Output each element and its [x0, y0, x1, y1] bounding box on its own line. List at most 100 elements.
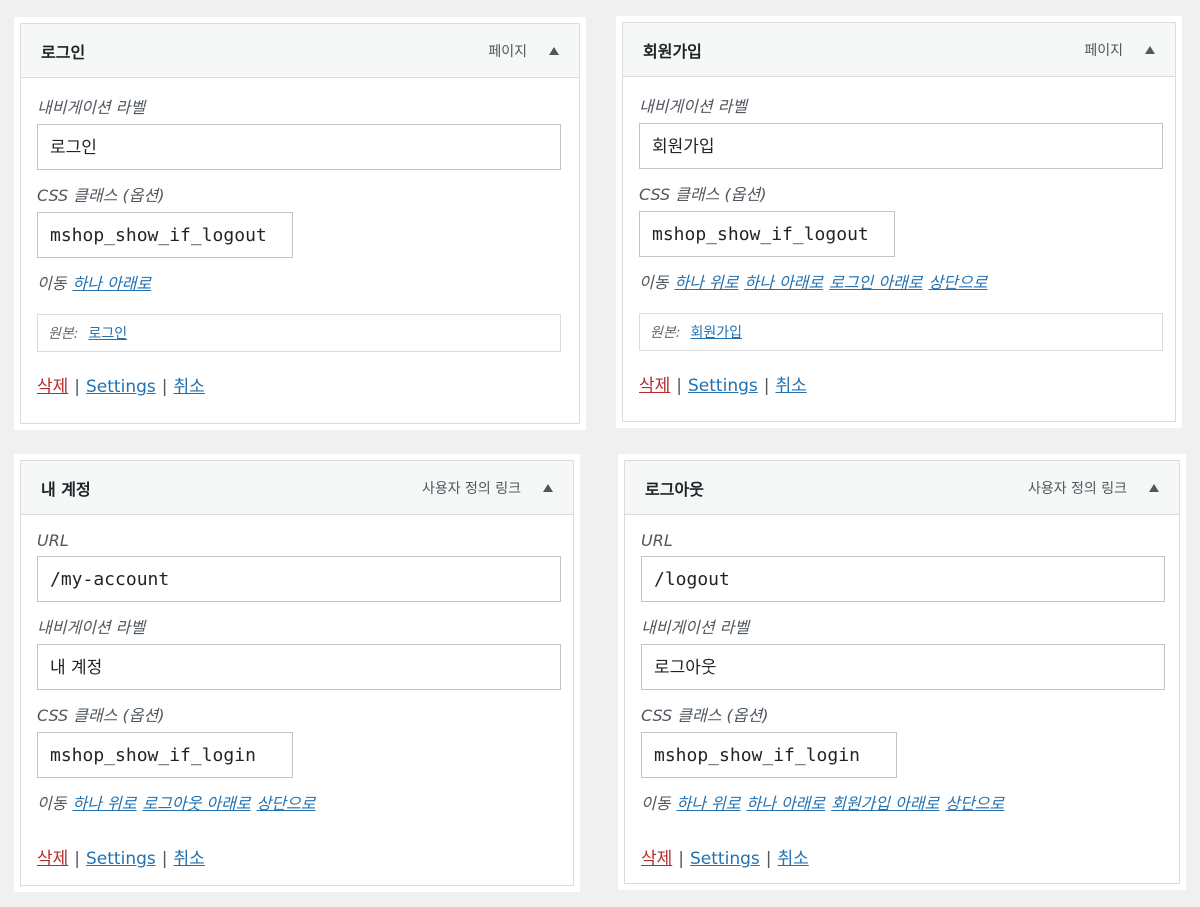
css-classes-value: mshop_show_if_logout — [50, 225, 267, 246]
move-up-link[interactable]: 하나 위로 — [72, 794, 136, 813]
menu-item-panel-signup: 회원가입 페이지 내비게이션 라벨 회원가입 CSS 클래스 (옵션) msho… — [616, 16, 1182, 428]
collapse-arrow-icon[interactable] — [1149, 483, 1159, 492]
nav-label-input[interactable]: 회원가입 — [639, 123, 1163, 169]
collapse-arrow-icon[interactable] — [543, 483, 553, 492]
move-down-link[interactable]: 하나 아래로 — [72, 274, 151, 293]
separator: | — [765, 849, 772, 869]
nav-label-value: 로그아웃 — [654, 658, 717, 678]
move-row: 이동 하나 위로 로그아웃 아래로 상단으로 — [37, 790, 557, 814]
nav-label-input[interactable]: 내 계정 — [37, 644, 561, 690]
separator: | — [161, 377, 168, 397]
move-down-link[interactable]: 하나 아래로 — [746, 794, 825, 813]
css-classes-input[interactable]: mshop_show_if_logout — [639, 211, 895, 257]
settings-link[interactable]: Settings — [690, 849, 760, 869]
url-value: /logout — [654, 569, 730, 590]
item-actions: 삭제 | Settings | 취소 — [639, 371, 1159, 396]
cancel-link[interactable]: 취소 — [173, 377, 204, 397]
menu-item-card: 로그인 페이지 내비게이션 라벨 로그인 CSS 클래스 (옵션) mshop_… — [20, 23, 580, 424]
cancel-link[interactable]: 취소 — [173, 849, 204, 869]
css-classes-value: mshop_show_if_login — [50, 745, 256, 766]
menu-item-panel-logout: 로그아웃 사용자 정의 링크 URL /logout 내비게이션 라벨 로그아웃… — [618, 454, 1186, 890]
menu-item-type: 페이지 — [488, 41, 559, 61]
move-caption: 이동 — [37, 794, 67, 813]
nav-label-value: 회원가입 — [652, 137, 715, 157]
url-input[interactable]: /logout — [641, 556, 1165, 602]
settings-link[interactable]: Settings — [688, 376, 758, 396]
move-caption: 이동 — [639, 273, 669, 292]
menu-item-title: 로그아웃 — [645, 479, 704, 499]
menu-item-type: 사용자 정의 링크 — [422, 478, 553, 498]
collapse-arrow-icon[interactable] — [549, 46, 559, 55]
menu-item-type: 페이지 — [1084, 40, 1155, 60]
menu-item-type: 사용자 정의 링크 — [1028, 478, 1159, 498]
move-caption: 이동 — [641, 794, 671, 813]
move-under-logout-link[interactable]: 로그아웃 아래로 — [142, 794, 250, 813]
menu-item-type-label: 페이지 — [1084, 42, 1123, 59]
separator: | — [74, 849, 81, 869]
css-classes-input[interactable]: mshop_show_if_login — [37, 732, 293, 778]
original-caption: 원본: — [650, 325, 681, 341]
move-under-login-link[interactable]: 로그인 아래로 — [829, 273, 922, 292]
menu-item-type-label: 사용자 정의 링크 — [421, 480, 521, 497]
separator: | — [678, 849, 685, 869]
item-actions: 삭제 | Settings | 취소 — [37, 844, 557, 869]
move-under-signup-link[interactable]: 회원가입 아래로 — [831, 794, 939, 813]
move-down-link[interactable]: 하나 아래로 — [744, 273, 823, 292]
nav-label-value: 로그인 — [50, 138, 97, 158]
delete-link[interactable]: 삭제 — [37, 377, 68, 397]
menu-item-header[interactable]: 회원가입 페이지 — [623, 23, 1175, 77]
menu-item-type-label: 페이지 — [488, 43, 527, 60]
menu-item-panel-login: 로그인 페이지 내비게이션 라벨 로그인 CSS 클래스 (옵션) mshop_… — [14, 17, 586, 430]
original-link[interactable]: 회원가입 — [690, 322, 742, 342]
separator: | — [161, 849, 168, 869]
menu-item-header[interactable]: 로그인 페이지 — [21, 24, 579, 78]
item-actions: 삭제 | Settings | 취소 — [641, 844, 1163, 869]
item-actions: 삭제 | Settings | 취소 — [37, 372, 563, 397]
move-up-link[interactable]: 하나 위로 — [676, 794, 740, 813]
original-link[interactable]: 로그인 — [88, 323, 127, 343]
cancel-link[interactable]: 취소 — [775, 376, 806, 396]
separator: | — [74, 377, 81, 397]
cancel-link[interactable]: 취소 — [777, 849, 808, 869]
nav-label-caption: 내비게이션 라벨 — [37, 98, 146, 117]
move-row: 이동 하나 위로 하나 아래로 회원가입 아래로 상단으로 — [641, 790, 1163, 814]
menu-item-title: 로그인 — [41, 42, 86, 62]
menu-item-type-label: 사용자 정의 링크 — [1027, 480, 1127, 497]
move-caption: 이동 — [37, 274, 67, 293]
css-classes-caption: CSS 클래스 (옵션) — [641, 706, 769, 725]
css-classes-input[interactable]: mshop_show_if_login — [641, 732, 897, 778]
url-caption: URL — [641, 531, 673, 550]
delete-link[interactable]: 삭제 — [37, 849, 68, 869]
nav-label-input[interactable]: 로그아웃 — [641, 644, 1165, 690]
move-to-top-link[interactable]: 상단으로 — [929, 273, 988, 292]
separator: | — [763, 376, 770, 396]
menu-item-header[interactable]: 내 계정 사용자 정의 링크 — [21, 461, 573, 515]
menu-item-title: 내 계정 — [41, 479, 91, 499]
nav-label-caption: 내비게이션 라벨 — [639, 97, 748, 116]
url-input[interactable]: /my-account — [37, 556, 561, 602]
original-box: 원본: 회원가입 — [639, 313, 1163, 351]
delete-link[interactable]: 삭제 — [639, 376, 670, 396]
move-to-top-link[interactable]: 상단으로 — [257, 794, 316, 813]
menu-item-header[interactable]: 로그아웃 사용자 정의 링크 — [625, 461, 1179, 515]
collapse-arrow-icon[interactable] — [1145, 45, 1155, 54]
move-up-link[interactable]: 하나 위로 — [674, 273, 738, 292]
move-row: 이동 하나 위로 하나 아래로 로그인 아래로 상단으로 — [639, 269, 1159, 293]
css-classes-caption: CSS 클래스 (옵션) — [639, 185, 767, 204]
css-classes-caption: CSS 클래스 (옵션) — [37, 706, 165, 725]
nav-label-caption: 내비게이션 라벨 — [37, 618, 146, 637]
url-caption: URL — [37, 531, 69, 550]
css-classes-input[interactable]: mshop_show_if_logout — [37, 212, 293, 258]
separator: | — [676, 376, 683, 396]
settings-link[interactable]: Settings — [86, 377, 156, 397]
nav-label-value: 내 계정 — [50, 658, 103, 678]
url-value: /my-account — [50, 569, 170, 590]
menu-item-card: 회원가입 페이지 내비게이션 라벨 회원가입 CSS 클래스 (옵션) msho… — [622, 22, 1176, 422]
delete-link[interactable]: 삭제 — [641, 849, 672, 869]
original-box: 원본: 로그인 — [37, 314, 561, 352]
settings-link[interactable]: Settings — [86, 849, 156, 869]
menu-item-panel-my-account: 내 계정 사용자 정의 링크 URL /my-account 내비게이션 라벨 … — [14, 454, 580, 892]
menu-item-card: 내 계정 사용자 정의 링크 URL /my-account 내비게이션 라벨 … — [20, 460, 574, 886]
move-to-top-link[interactable]: 상단으로 — [945, 794, 1004, 813]
nav-label-input[interactable]: 로그인 — [37, 124, 561, 170]
